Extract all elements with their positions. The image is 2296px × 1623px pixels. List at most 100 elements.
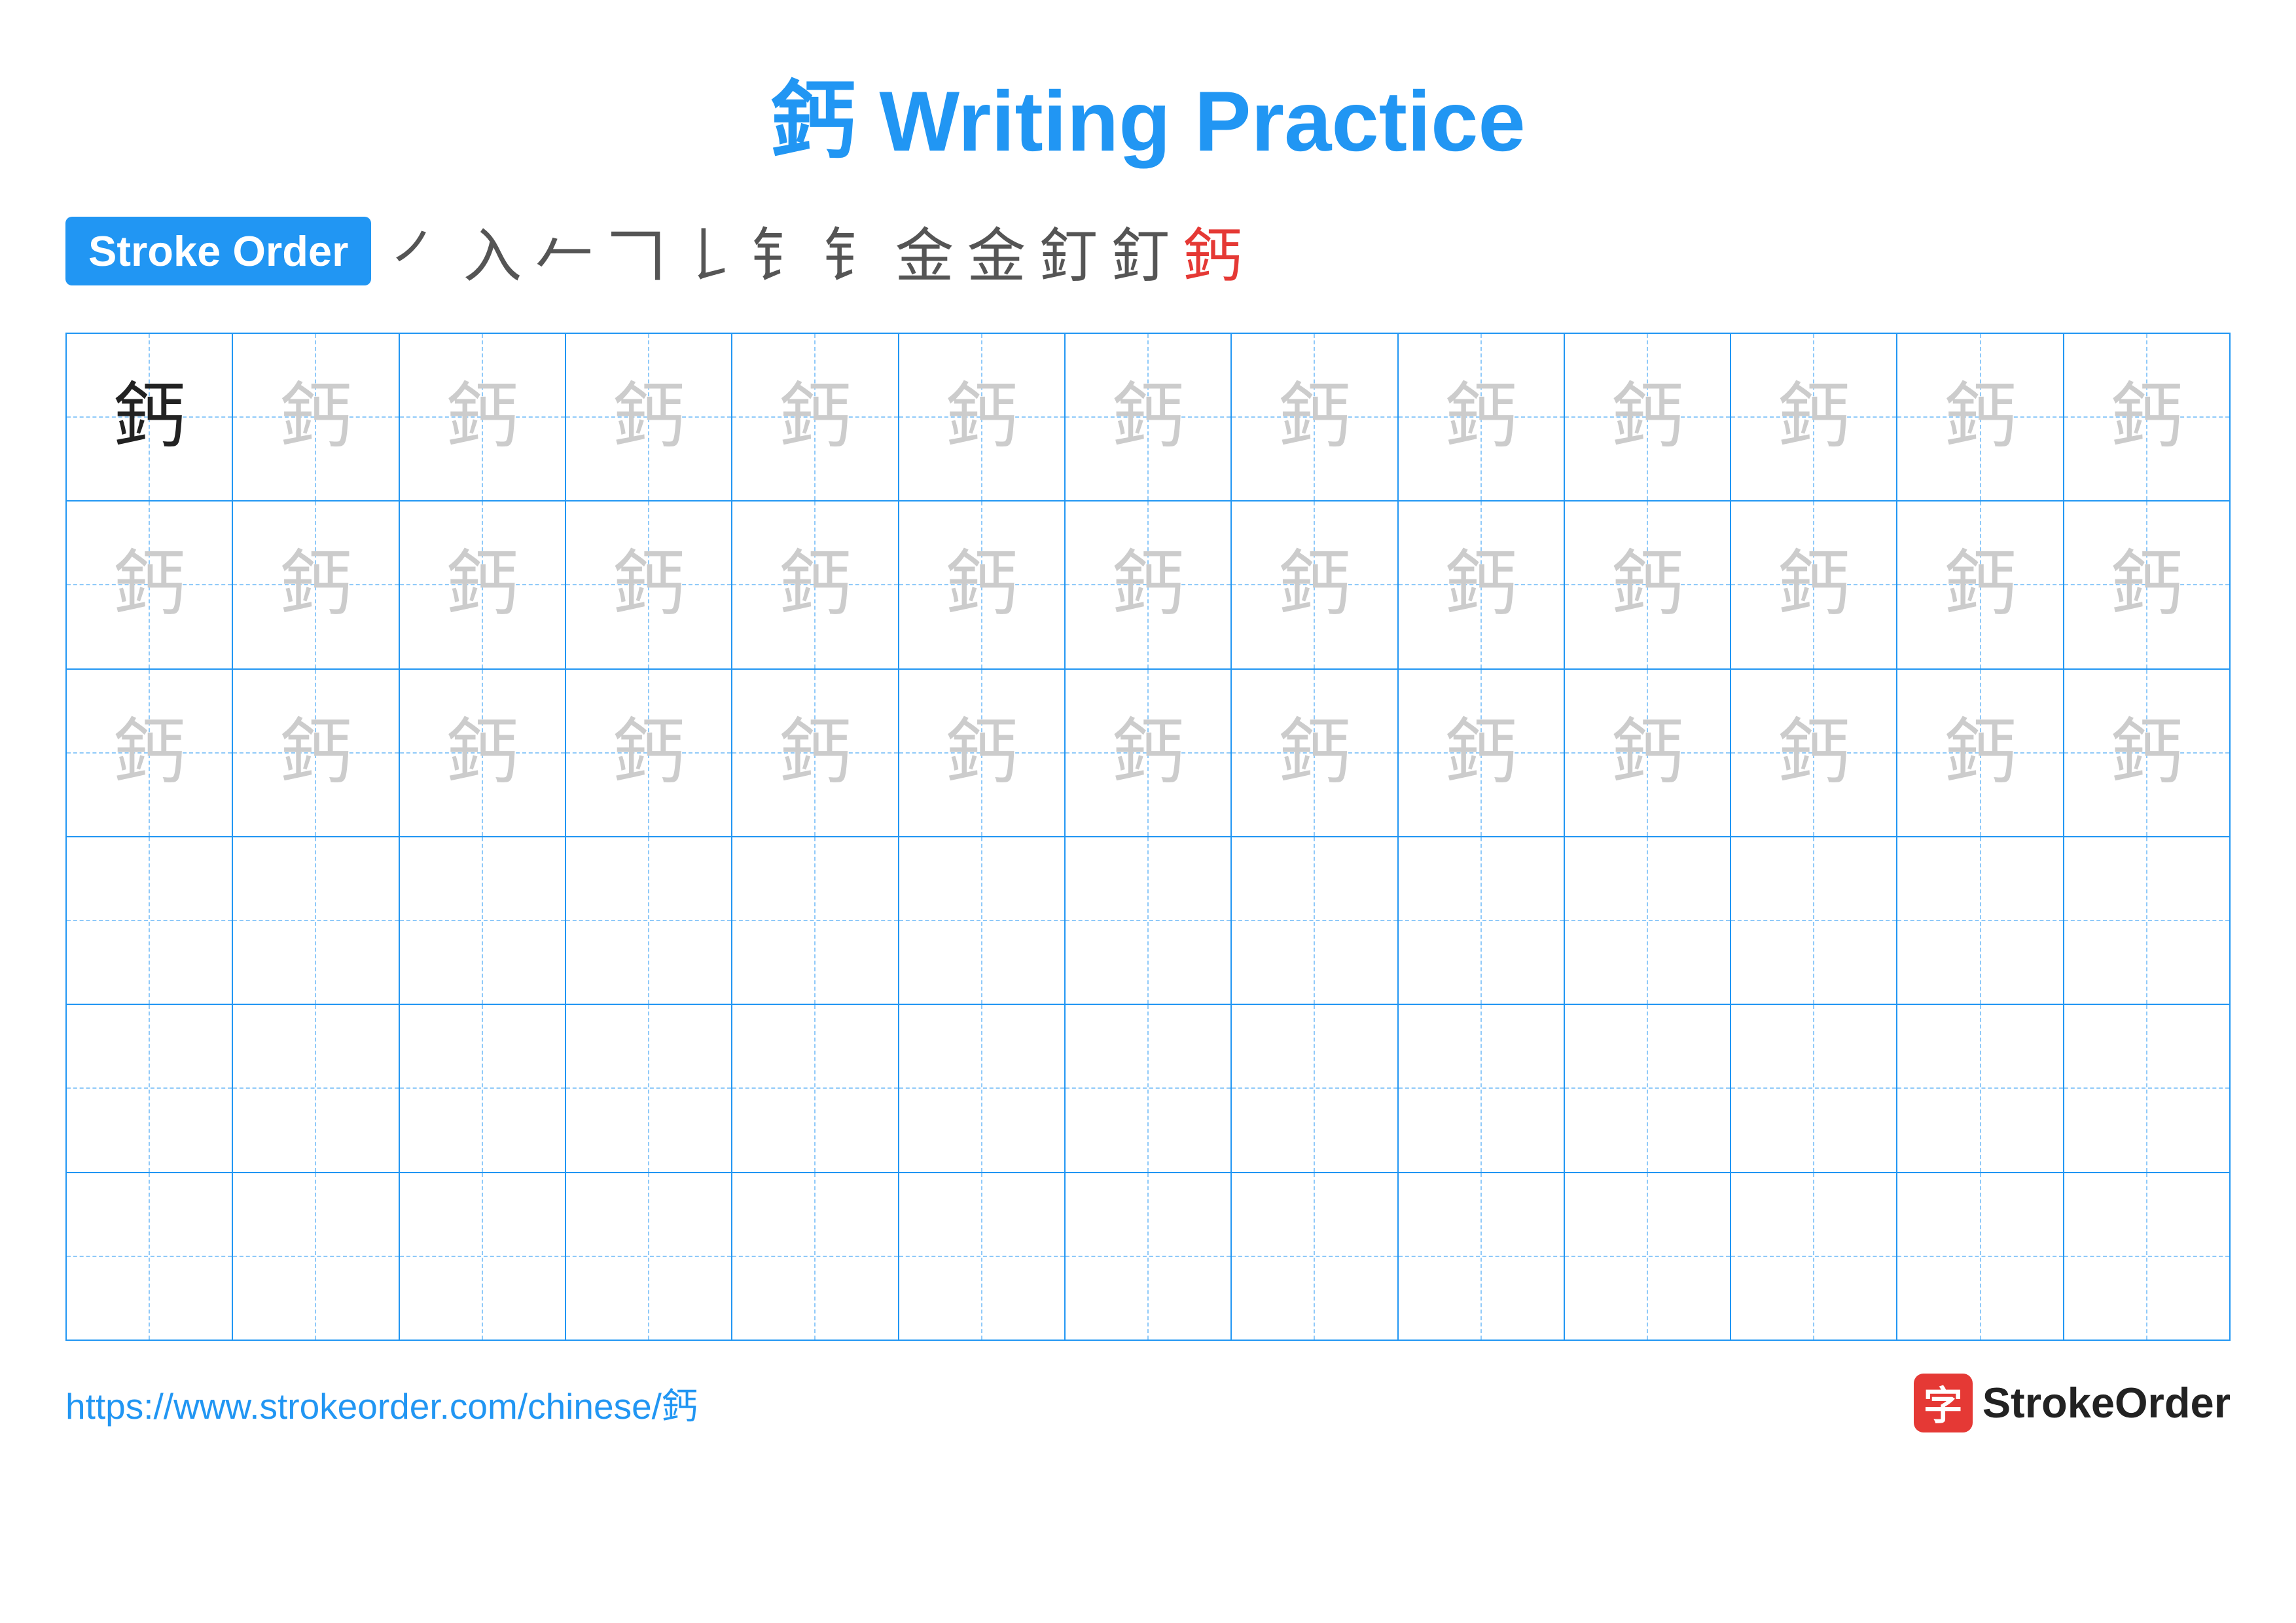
grid-cell-4-6[interactable] xyxy=(899,837,1066,1004)
grid-row-3: 鈣 鈣 鈣 鈣 鈣 鈣 鈣 鈣 鈣 鈣 鈣 鈣 鈣 xyxy=(67,670,2229,837)
footer: https://www.strokeorder.com/chinese/鈣 字 … xyxy=(65,1374,2231,1432)
grid-cell-4-11[interactable] xyxy=(1731,837,1897,1004)
grid-cell-5-12[interactable] xyxy=(1897,1005,2064,1171)
grid-cell-6-6[interactable] xyxy=(899,1173,1066,1340)
grid-cell-1-8[interactable]: 鈣 xyxy=(1232,334,1398,500)
grid-cell-1-6[interactable]: 鈣 xyxy=(899,334,1066,500)
grid-cell-4-13[interactable] xyxy=(2064,837,2229,1004)
grid-cell-6-5[interactable] xyxy=(732,1173,899,1340)
char-guide: 鈣 xyxy=(1445,381,1517,453)
char-guide: 鈣 xyxy=(1945,717,2017,789)
grid-cell-1-2[interactable]: 鈣 xyxy=(233,334,399,500)
grid-cell-3-11[interactable]: 鈣 xyxy=(1731,670,1897,836)
grid-cell-6-11[interactable] xyxy=(1731,1173,1897,1340)
grid-cell-4-9[interactable] xyxy=(1399,837,1565,1004)
grid-cell-5-1[interactable] xyxy=(67,1005,233,1171)
grid-cell-3-5[interactable]: 鈣 xyxy=(732,670,899,836)
grid-cell-4-8[interactable] xyxy=(1232,837,1398,1004)
char-guide: 鈣 xyxy=(1611,381,1683,453)
grid-cell-3-10[interactable]: 鈣 xyxy=(1565,670,1731,836)
grid-cell-1-3[interactable]: 鈣 xyxy=(400,334,566,500)
grid-cell-5-8[interactable] xyxy=(1232,1005,1398,1171)
grid-cell-2-6[interactable]: 鈣 xyxy=(899,501,1066,668)
grid-cell-4-3[interactable] xyxy=(400,837,566,1004)
grid-cell-6-3[interactable] xyxy=(400,1173,566,1340)
grid-cell-3-12[interactable]: 鈣 xyxy=(1897,670,2064,836)
grid-cell-4-7[interactable] xyxy=(1066,837,1232,1004)
grid-cell-5-11[interactable] xyxy=(1731,1005,1897,1171)
char-guide: 鈣 xyxy=(1945,381,2017,453)
page: 鈣 Writing Practice Stroke Order ㇒ 入 𠂉 𠃍 … xyxy=(0,0,2296,1623)
grid-cell-1-11[interactable]: 鈣 xyxy=(1731,334,1897,500)
grid-cell-3-13[interactable]: 鈣 xyxy=(2064,670,2229,836)
grid-cell-6-13[interactable] xyxy=(2064,1173,2229,1340)
grid-row-2: 鈣 鈣 鈣 鈣 鈣 鈣 鈣 鈣 鈣 鈣 鈣 鈣 鈣 xyxy=(67,501,2229,669)
grid-cell-1-1[interactable]: 鈣 xyxy=(67,334,233,500)
grid-cell-5-2[interactable] xyxy=(233,1005,399,1171)
grid-cell-2-5[interactable]: 鈣 xyxy=(732,501,899,668)
grid-cell-4-1[interactable] xyxy=(67,837,233,1004)
grid-cell-1-9[interactable]: 鈣 xyxy=(1399,334,1565,500)
grid-cell-5-6[interactable] xyxy=(899,1005,1066,1171)
grid-cell-6-8[interactable] xyxy=(1232,1173,1398,1340)
grid-cell-1-4[interactable]: 鈣 xyxy=(566,334,732,500)
grid-cell-6-9[interactable] xyxy=(1399,1173,1565,1340)
grid-cell-2-1[interactable]: 鈣 xyxy=(67,501,233,668)
grid-cell-5-5[interactable] xyxy=(732,1005,899,1171)
grid-cell-2-10[interactable]: 鈣 xyxy=(1565,501,1731,668)
grid-cell-2-13[interactable]: 鈣 xyxy=(2064,501,2229,668)
grid-cell-4-5[interactable] xyxy=(732,837,899,1004)
grid-cell-3-8[interactable]: 鈣 xyxy=(1232,670,1398,836)
char-guide: 鈣 xyxy=(1445,717,1517,789)
grid-cell-1-13[interactable]: 鈣 xyxy=(2064,334,2229,500)
grid-cell-1-5[interactable]: 鈣 xyxy=(732,334,899,500)
grid-cell-6-1[interactable] xyxy=(67,1173,233,1340)
char-guide: 鈣 xyxy=(1945,549,2017,621)
grid-cell-1-12[interactable]: 鈣 xyxy=(1897,334,2064,500)
grid-cell-4-10[interactable] xyxy=(1565,837,1731,1004)
grid-cell-1-10[interactable]: 鈣 xyxy=(1565,334,1731,500)
grid-cell-3-9[interactable]: 鈣 xyxy=(1399,670,1565,836)
footer-logo-text: StrokeOrder xyxy=(1982,1378,2231,1427)
char-dark: 鈣 xyxy=(113,381,185,453)
grid-cell-5-10[interactable] xyxy=(1565,1005,1731,1171)
grid-cell-2-2[interactable]: 鈣 xyxy=(233,501,399,668)
grid-cell-1-7[interactable]: 鈣 xyxy=(1066,334,1232,500)
grid-cell-5-3[interactable] xyxy=(400,1005,566,1171)
stroke-2: 入 xyxy=(463,208,522,293)
grid-cell-3-4[interactable]: 鈣 xyxy=(566,670,732,836)
grid-cell-3-7[interactable]: 鈣 xyxy=(1066,670,1232,836)
grid-cell-2-11[interactable]: 鈣 xyxy=(1731,501,1897,668)
char-guide: 鈣 xyxy=(113,717,185,789)
grid-cell-2-7[interactable]: 鈣 xyxy=(1066,501,1232,668)
grid-cell-3-2[interactable]: 鈣 xyxy=(233,670,399,836)
char-guide: 鈣 xyxy=(613,381,685,453)
char-guide: 鈣 xyxy=(1778,717,1850,789)
char-guide: 鈣 xyxy=(1278,717,1350,789)
grid-cell-4-2[interactable] xyxy=(233,837,399,1004)
grid-cell-4-4[interactable] xyxy=(566,837,732,1004)
grid-cell-2-4[interactable]: 鈣 xyxy=(566,501,732,668)
footer-url[interactable]: https://www.strokeorder.com/chinese/鈣 xyxy=(65,1377,698,1429)
grid-cell-2-3[interactable]: 鈣 xyxy=(400,501,566,668)
stroke-9: 金 xyxy=(967,208,1026,293)
grid-cell-3-3[interactable]: 鈣 xyxy=(400,670,566,836)
grid-cell-5-7[interactable] xyxy=(1066,1005,1232,1171)
grid-cell-5-13[interactable] xyxy=(2064,1005,2229,1171)
grid-cell-6-12[interactable] xyxy=(1897,1173,2064,1340)
char-guide: 鈣 xyxy=(446,381,518,453)
grid-cell-3-1[interactable]: 鈣 xyxy=(67,670,233,836)
grid-cell-2-12[interactable]: 鈣 xyxy=(1897,501,2064,668)
grid-cell-4-12[interactable] xyxy=(1897,837,2064,1004)
char-guide: 鈣 xyxy=(1445,549,1517,621)
grid-cell-5-4[interactable] xyxy=(566,1005,732,1171)
grid-cell-2-8[interactable]: 鈣 xyxy=(1232,501,1398,668)
grid-cell-6-4[interactable] xyxy=(566,1173,732,1340)
grid-cell-3-6[interactable]: 鈣 xyxy=(899,670,1066,836)
grid-cell-6-10[interactable] xyxy=(1565,1173,1731,1340)
grid-cell-2-9[interactable]: 鈣 xyxy=(1399,501,1565,668)
stroke-3: 𠂉 xyxy=(535,208,594,293)
grid-cell-6-7[interactable] xyxy=(1066,1173,1232,1340)
grid-cell-5-9[interactable] xyxy=(1399,1005,1565,1171)
grid-cell-6-2[interactable] xyxy=(233,1173,399,1340)
